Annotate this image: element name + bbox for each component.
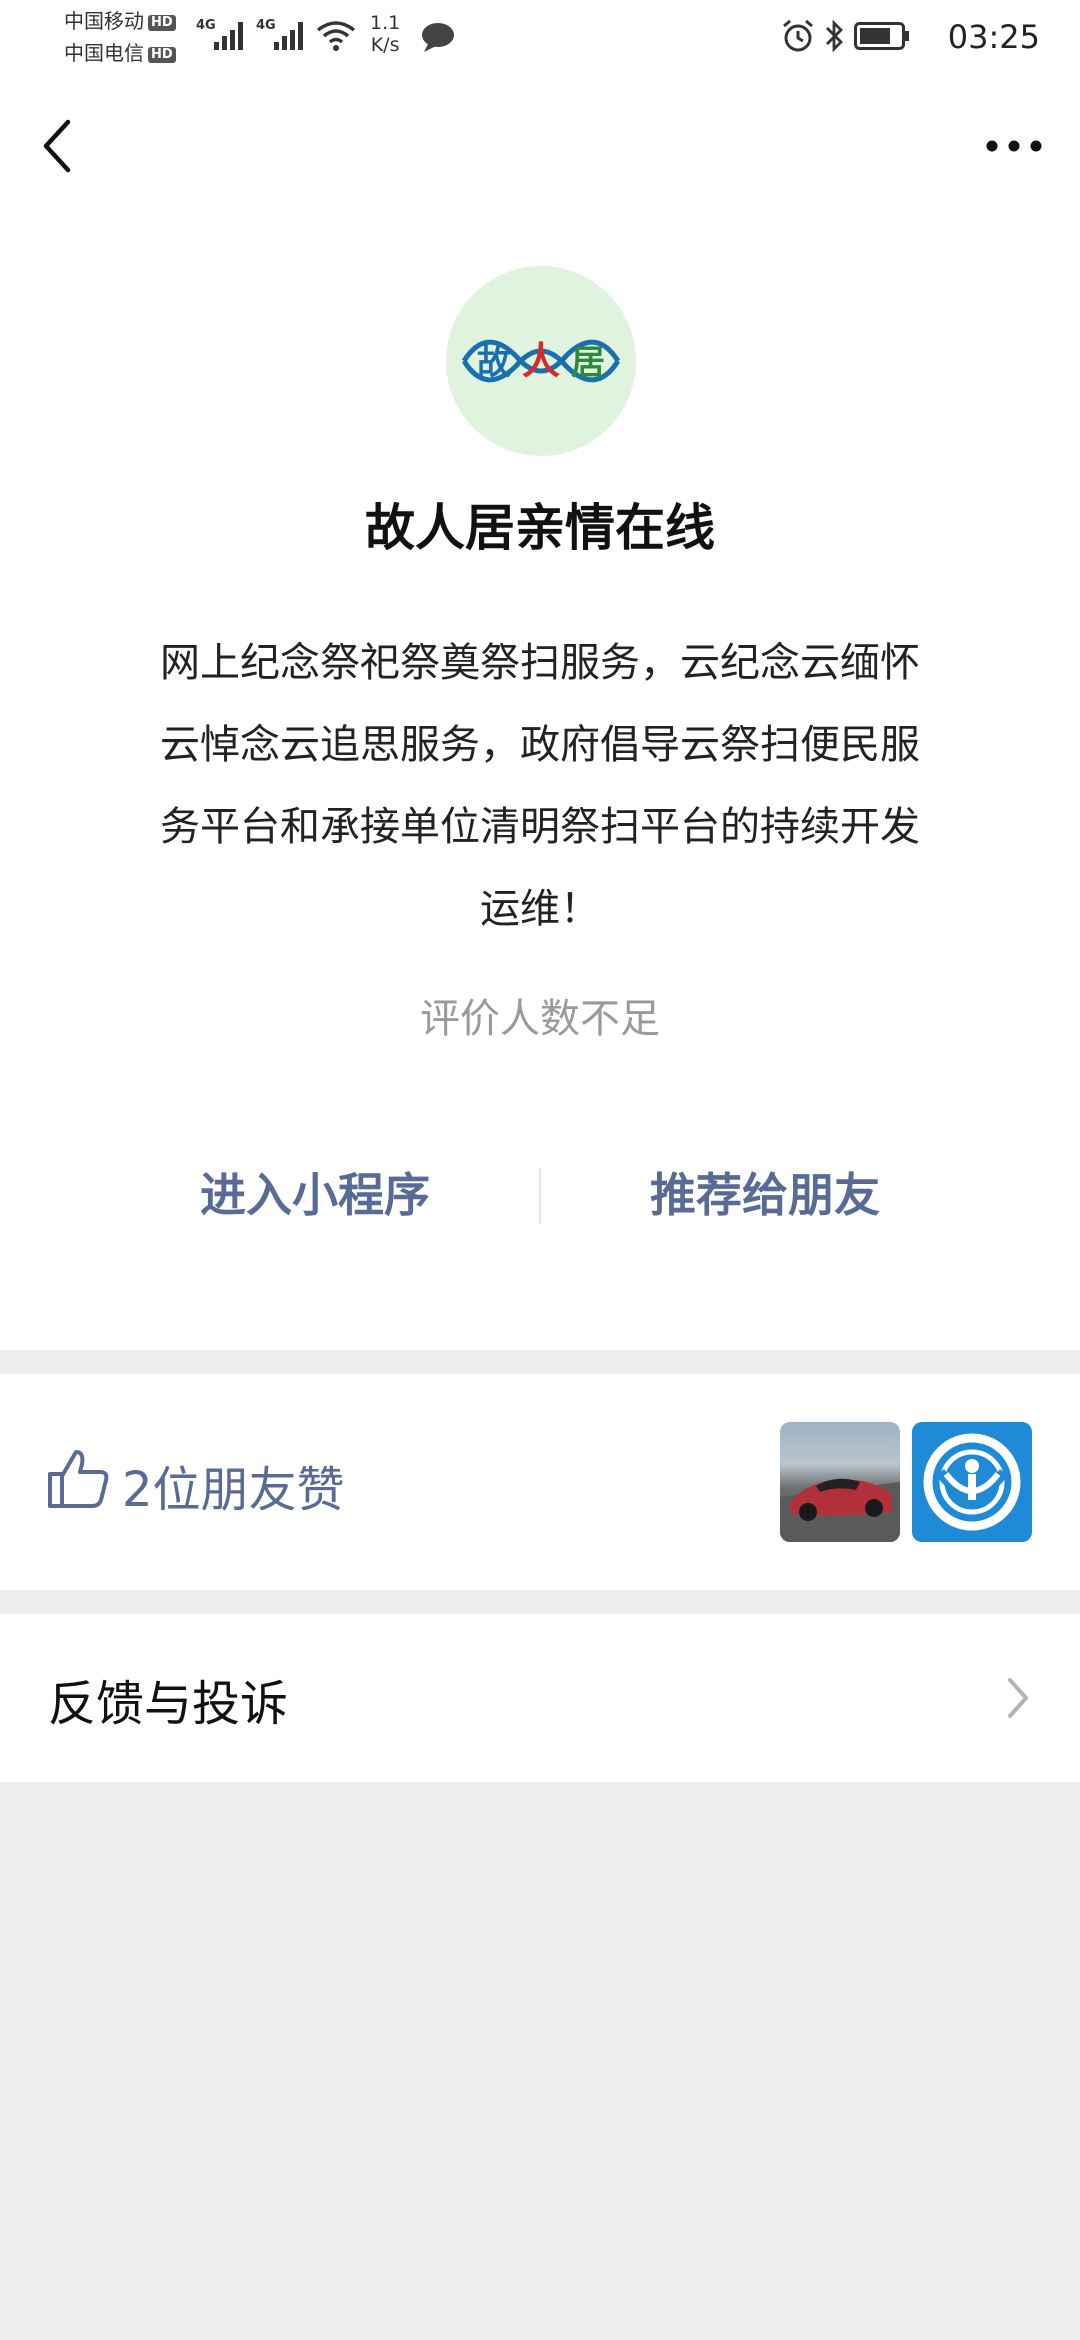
divider — [539, 1168, 541, 1224]
feedback-label: 反馈与投诉 — [48, 1676, 289, 1732]
clock: 03:25 — [947, 18, 1040, 56]
more-dots-icon — [986, 140, 1042, 152]
wifi-icon — [316, 21, 356, 51]
status-bar: 中国移动 HD 中国电信 HD 4G 4G 1.1 K/s 03:25 — [64, 9, 1040, 65]
alarm-icon — [783, 19, 813, 52]
friend-avatar — [780, 1422, 900, 1542]
thumbs-up-icon — [48, 1450, 109, 1508]
chevron-left-icon — [43, 119, 71, 173]
emblem-logo-icon — [923, 1433, 1021, 1531]
more-options-button[interactable] — [984, 124, 1044, 168]
friend-avatar — [912, 1422, 1032, 1542]
carrier-1: 中国移动 HD — [64, 10, 176, 32]
hd-badge: HD — [148, 46, 176, 63]
back-button[interactable] — [36, 118, 84, 174]
recommend-to-friend-button[interactable]: 推荐给朋友 — [555, 1160, 975, 1230]
friends-likes-row[interactable]: 2位朋友赞 — [0, 1374, 1080, 1590]
bluetooth-icon — [826, 19, 843, 53]
signal-bars-icon — [274, 22, 306, 50]
likes-count-text: 2位朋友赞 — [122, 1462, 345, 1518]
logo-emblem-icon: 故 人 居 — [461, 338, 621, 383]
network-speed: 1.1 K/s — [370, 12, 401, 56]
signal-bars-icon — [214, 22, 246, 50]
app-logo: 故 人 居 — [446, 266, 636, 456]
hd-badge: HD — [148, 14, 176, 31]
logo-char-3: 居 — [571, 343, 605, 383]
status-right-group: 03:25 — [780, 16, 1040, 56]
battery-icon — [854, 22, 909, 50]
chevron-right-icon — [1008, 1678, 1028, 1718]
enter-mini-program-button[interactable]: 进入小程序 — [105, 1160, 525, 1230]
action-bar: 进入小程序 推荐给朋友 — [0, 1160, 1080, 1230]
chat-bubble-icon — [422, 23, 454, 52]
logo-char-2: 人 — [522, 338, 560, 383]
app-name: 故人居亲情在线 — [365, 499, 715, 557]
carrier-2: 中国电信 HD — [64, 42, 176, 64]
app-description: 网上纪念祭祀祭奠祭扫服务，云纪念云缅怀云悼念云追思服务，政府倡导云祭扫便民服务平… — [160, 640, 920, 932]
logo-char-1: 故 — [477, 343, 511, 383]
feedback-and-complaint-row[interactable]: 反馈与投诉 — [0, 1614, 1080, 1782]
rating-status: 评价人数不足 — [420, 996, 660, 1042]
sports-car-image — [780, 1478, 900, 1542]
